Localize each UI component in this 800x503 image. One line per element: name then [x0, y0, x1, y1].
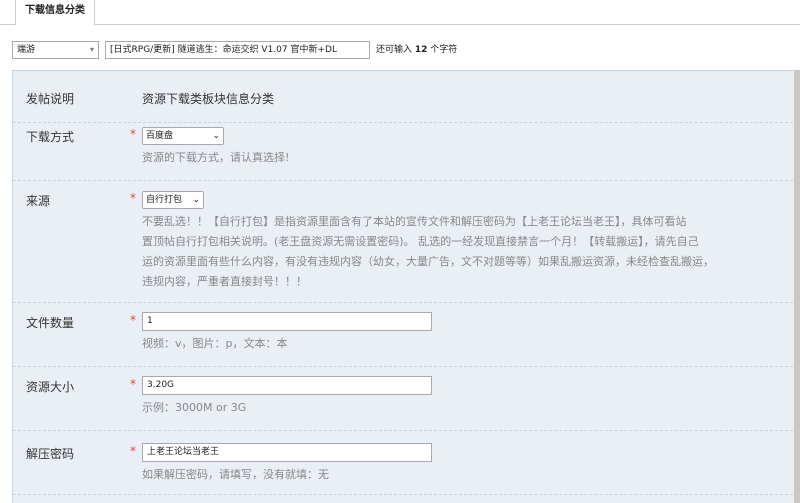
char-hint-prefix: 还可输入 [376, 45, 413, 55]
size-desc: 示例：3000M or 3G [142, 401, 247, 414]
required-mark: * [130, 444, 136, 458]
form-row-notice: 发帖说明 资源下载类板块信息分类 [13, 71, 800, 123]
file-count-desc: 视频：v，图片：p，文本：本 [142, 337, 288, 350]
category-select[interactable]: 端游 ▾ [12, 41, 99, 59]
form-row-source: 来源 * 自行打包 ⌄ 不要乱选！！【自行打包】是指资源里面含有了本站的宣传文件… [13, 181, 800, 303]
source-value: 自行打包 [146, 195, 183, 205]
download-method-value: 百度盘 [146, 131, 174, 141]
source-label: 来源 [26, 194, 51, 208]
source-desc-line: 违规内容，严重者直接封号！！！ [142, 275, 307, 288]
download-method-desc: 资源的下载方式，请认真选择! [142, 151, 290, 164]
chevron-down-icon: ⌄ [212, 131, 220, 141]
chevron-down-icon: ▾ [89, 45, 94, 54]
source-desc-line: 不要乱选！！【自行打包】是指资源里面含有了本站的宣传文件和解压密码为【上老王论坛… [142, 215, 687, 228]
form-panel: 发帖说明 资源下载类板块信息分类 下载方式 * 百度盘 ⌄ 资源的下载方式，请认… [12, 70, 800, 503]
notice-label: 发帖说明 [26, 92, 75, 106]
required-mark: * [130, 377, 136, 391]
file-count-input[interactable]: 1 [142, 312, 432, 331]
form-row-file-count: 文件数量 * 1 视频：v，图片：p，文本：本 [13, 303, 800, 367]
password-input[interactable]: 上老王论坛当老王 [142, 443, 432, 462]
char-count-hint: 还可输入 12 个字符 [376, 41, 457, 59]
size-label: 资源大小 [26, 380, 75, 394]
required-mark: * [130, 127, 136, 141]
form-row-size: 资源大小 * 3.20G 示例：3000M or 3G [13, 367, 800, 431]
source-desc-line: 运的资源里面有些什么内容，有没有违规内容（幼女，大量广告，文不对题等等）如果乱搬… [142, 255, 714, 268]
source-desc-line: 置顶帖自行打包相关说明。(老王盘资源无需设置密码)。 乱选的一经发现直接禁言一个… [142, 235, 699, 248]
password-label: 解压密码 [26, 447, 75, 461]
required-mark: * [130, 191, 136, 205]
chevron-down-icon: ⌄ [192, 195, 200, 205]
title-input[interactable]: [日式RPG/更新] 隧道逃生：命运交织 V1.07 官中新+DL [105, 41, 370, 59]
scrollbar[interactable] [794, 70, 800, 503]
char-hint-count: 12 [414, 45, 428, 55]
char-hint-suffix: 个字符 [430, 45, 458, 55]
password-desc: 如果解压密码，请填写，没有就填：无 [142, 468, 329, 481]
source-select[interactable]: 自行打包 ⌄ [142, 191, 204, 209]
required-mark: * [130, 313, 136, 327]
size-input[interactable]: 3.20G [142, 376, 432, 395]
download-method-label: 下载方式 [26, 130, 75, 144]
file-count-label: 文件数量 [26, 316, 75, 330]
title-row: 端游 ▾ [日式RPG/更新] 隧道逃生：命运交织 V1.07 官中新+DL 还… [0, 38, 800, 62]
tab-download-info[interactable]: 下载信息分类 [15, 0, 95, 26]
tab-bar: 下载信息分类 [0, 0, 800, 26]
notice-value: 资源下载类板块信息分类 [142, 92, 275, 106]
form-row-download-method: 下载方式 * 百度盘 ⌄ 资源的下载方式，请认真选择! [13, 123, 800, 181]
form-row-password: 解压密码 * 上老王论坛当老王 如果解压密码，请填写，没有就填：无 [13, 431, 800, 495]
download-method-select[interactable]: 百度盘 ⌄ [142, 127, 224, 145]
category-value: 端游 [17, 45, 36, 55]
